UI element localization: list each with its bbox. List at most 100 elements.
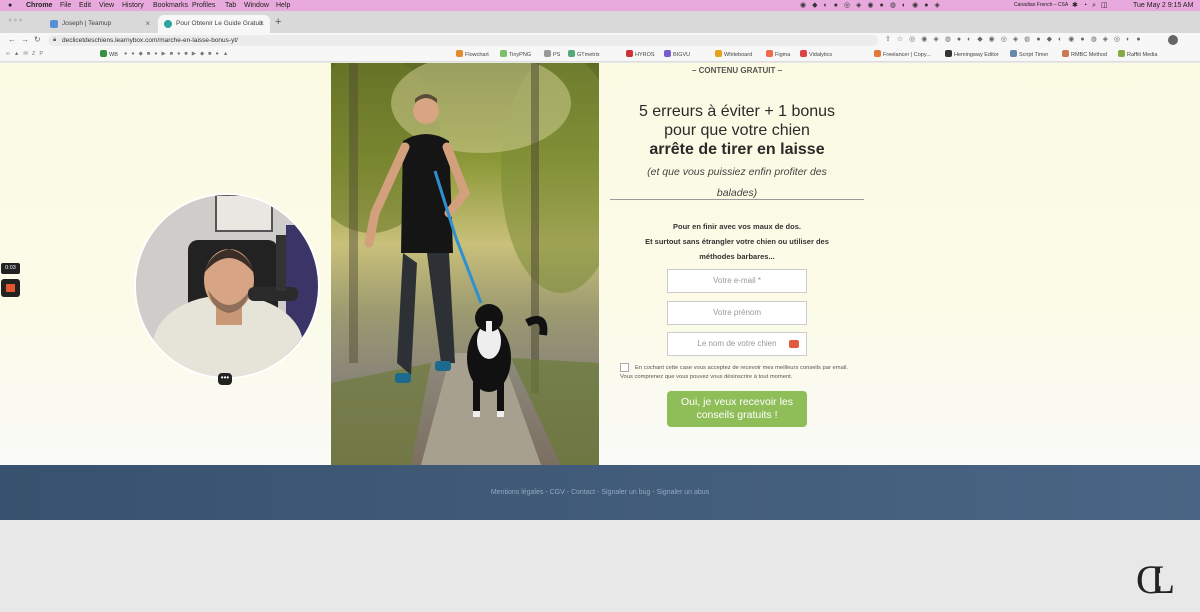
flowchart-icon: [456, 50, 463, 57]
navigation-icons[interactable]: ←→↻: [8, 35, 46, 44]
figma-icon: [766, 50, 773, 57]
bookmark-script-timer[interactable]: Script Timer: [1010, 50, 1048, 59]
close-tab-icon[interactable]: ×: [259, 15, 264, 33]
pitch-line-1: Pour en finir avec vos maux de dos.: [673, 222, 801, 231]
url-text: declicetdeschiens.learnybox.com/marche-e…: [62, 37, 238, 44]
teamup-favicon-icon: [50, 20, 58, 28]
divider: [610, 199, 864, 200]
bigvu-icon: [664, 50, 671, 57]
bookmark-raffiti[interactable]: Raffiti Media: [1118, 50, 1157, 59]
cta-line-2: conseils gratuits !: [696, 409, 778, 421]
menu-help[interactable]: Help: [276, 0, 290, 11]
menu-history[interactable]: History: [122, 0, 144, 11]
tab-title: Pour Obtenir Le Guide Gratuit: [176, 20, 263, 27]
cta-line-1: Oui, je veux recevoir les: [680, 396, 794, 408]
pitch-text: Pour en finir avec vos maux de dos. Et s…: [600, 219, 874, 264]
eyebrow-label: – CONTENU GRATUIT –: [691, 66, 783, 75]
bookmark-hyros[interactable]: HYROS: [626, 50, 655, 59]
presenter-illustration: [136, 195, 318, 377]
gtmetrix-icon: [568, 50, 575, 57]
autofill-icon[interactable]: [789, 340, 799, 348]
bookmark-wb[interactable]: WB: [100, 50, 118, 59]
submit-button[interactable]: Oui, je veux recevoir les conseils gratu…: [667, 391, 807, 427]
consent-line-1: En cochant cette case vous acceptez de r…: [635, 365, 821, 371]
bookmark-gtmetrix[interactable]: GTmetrix: [568, 50, 600, 59]
menu-edit[interactable]: Edit: [79, 0, 91, 11]
vidalytics-icon: [800, 50, 807, 57]
extension-icons[interactable]: ⇧☆◎◉◈◍●◐◆◉◎◈◍●◆◐◉●◍◈◎◐●: [885, 35, 1147, 43]
more-options-icon[interactable]: •••: [218, 373, 232, 385]
bookmark-bigvu[interactable]: BIGVU: [664, 50, 690, 59]
clock[interactable]: Tue May 2 9:15 AM: [1133, 0, 1193, 11]
menu-view[interactable]: View: [99, 0, 114, 11]
bookmark-whiteboard[interactable]: Whiteboard: [715, 50, 752, 59]
bookmark-freelancer[interactable]: Freelancer | Copy...: [874, 50, 931, 59]
page-footer: Mentions légales - CGV - Contact - Signa…: [0, 465, 1200, 520]
tab-title: Joseph | Teamup: [62, 20, 112, 27]
subheadline-line-1: (et que vous puissiez enfin profiter des: [647, 166, 827, 178]
status-icons[interactable]: ◉◆◐●◎◈◉●◍◐◉●◈: [800, 0, 946, 11]
freelancer-icon: [874, 50, 881, 57]
apple-icon[interactable]: ●: [8, 0, 12, 11]
bookmark-hemingway[interactable]: Hemingway Editor: [945, 50, 999, 59]
address-bar[interactable]: 🔒︎ declicetdeschiens.learnybox.com/march…: [48, 35, 878, 46]
below-page-area: [0, 520, 1200, 612]
headline-line-1: 5 erreurs à éviter + 1 bonus: [638, 103, 836, 120]
ps-icon: [544, 50, 551, 57]
bookmark-ps[interactable]: PS: [544, 50, 560, 59]
app-menu-chrome[interactable]: Chrome: [26, 0, 52, 11]
bookmark-flowchart[interactable]: Flowchart: [456, 50, 489, 59]
bookmarks-bar: ∞▲✉ZP WB ●●◆■●▶■●■▶◆■●▲ Flowchart TinyPN…: [0, 48, 1200, 62]
channel-watermark-logo: CL: [1136, 557, 1175, 602]
hyros-icon: [626, 50, 633, 57]
hemingway-icon: [945, 50, 952, 57]
bookmark-rmbc[interactable]: RMBC Method: [1062, 50, 1107, 59]
browser-tab-bar: ●●● Joseph | Teamup × Pour Obtenir Le Gu…: [0, 11, 1200, 33]
profile-avatar-icon[interactable]: [1168, 35, 1178, 45]
subheadline-line-2: balades): [716, 187, 758, 199]
stop-icon: [6, 284, 15, 292]
rmbc-icon: [1062, 50, 1069, 57]
man-walking-dog-illustration: [331, 63, 599, 465]
lock-icon: 🔒︎: [53, 37, 57, 43]
input-source-label[interactable]: Canadian French – CSA: [1014, 0, 1068, 11]
webcam-bubble[interactable]: [134, 193, 320, 379]
menu-window[interactable]: Window: [244, 0, 269, 11]
menu-file[interactable]: File: [60, 0, 71, 11]
dogname-placeholder: Le nom de votre chien: [697, 339, 777, 348]
os-menubar: ● Chrome File Edit View History Bookmark…: [0, 0, 1200, 11]
tab-teamup[interactable]: Joseph | Teamup ×: [44, 15, 156, 33]
headline: 5 erreurs à éviter + 1 bonus pour que vo…: [600, 102, 874, 159]
pitch-line-3: méthodes barbares...: [699, 252, 775, 261]
learnybox-favicon-icon: [164, 20, 172, 28]
menu-tab[interactable]: Tab: [225, 0, 236, 11]
headline-line-2: pour que votre chien: [664, 122, 810, 139]
bookmark-figma[interactable]: Figma: [766, 50, 790, 59]
tab-guide[interactable]: Pour Obtenir Le Guide Gratuit ×: [158, 15, 270, 33]
bookmark-favicons-strip[interactable]: ∞▲✉ZP: [6, 50, 47, 59]
bookmark-vidalytics[interactable]: Vidalytics: [800, 50, 832, 59]
new-tab-icon[interactable]: +: [275, 16, 281, 28]
headline-bold: arrête de tirer en laisse: [649, 141, 825, 158]
stop-recording-button[interactable]: [1, 279, 20, 297]
pitch-line-2: Et surtout sans étrangler votre chien ou…: [645, 237, 829, 246]
email-field[interactable]: Votre e-mail *: [667, 269, 807, 293]
tinypng-icon: [500, 50, 507, 57]
close-tab-icon[interactable]: ×: [145, 15, 150, 33]
consent-text: En cochant cette case vous acceptez de r…: [620, 364, 860, 382]
subheadline: (et que vous puissiez enfin profiter des…: [610, 162, 864, 204]
hero-photo: [331, 63, 599, 465]
bookmark-favicons-strip-2[interactable]: ●●◆■●▶■●■▶◆■●▲: [124, 50, 232, 59]
raffiti-icon: [1118, 50, 1125, 57]
window-controls[interactable]: ●●●: [8, 17, 24, 24]
whiteboard-icon: [715, 50, 722, 57]
menu-profiles[interactable]: Profiles: [192, 0, 215, 11]
bookmark-tinypng[interactable]: TinyPNG: [500, 50, 531, 59]
script-timer-icon: [1010, 50, 1017, 57]
dogname-field[interactable]: Le nom de votre chien: [667, 332, 807, 356]
system-tray-icons[interactable]: ✱◔⌕◫: [1072, 0, 1113, 11]
menu-bookmarks[interactable]: Bookmarks: [153, 0, 188, 11]
footer-links[interactable]: Mentions légales - CGV - Contact - Signa…: [491, 489, 709, 496]
firstname-field[interactable]: Votre prénom: [667, 301, 807, 325]
recording-timer: 0:03: [1, 263, 20, 274]
